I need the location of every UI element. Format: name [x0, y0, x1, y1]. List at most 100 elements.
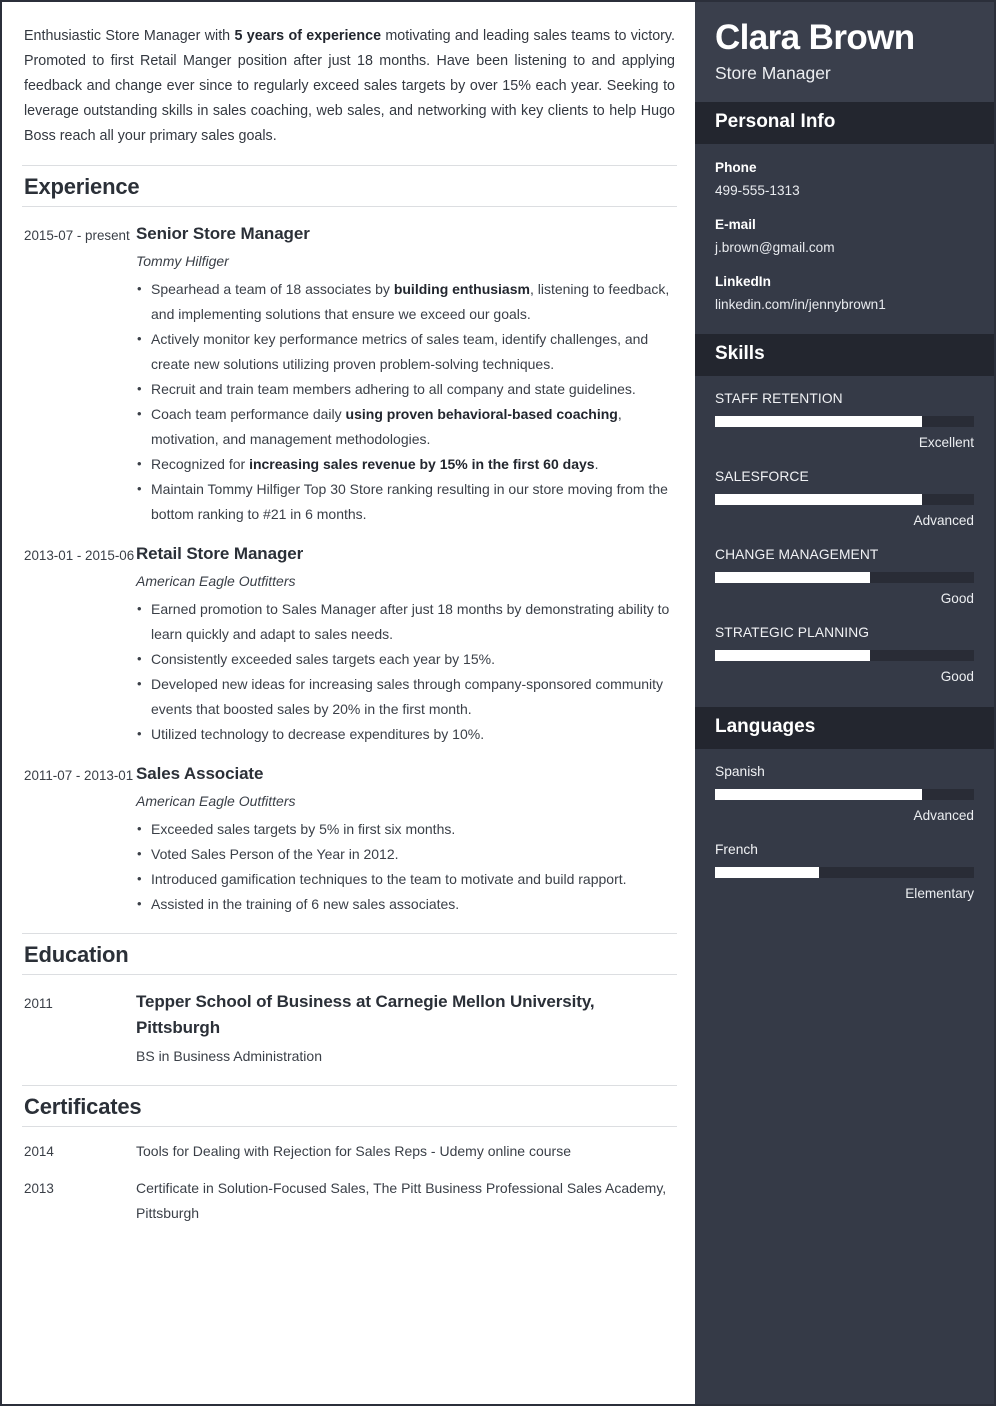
experience-entry: 2015-07 - present Senior Store Manager Tom… — [22, 221, 677, 527]
language-item-label: French — [715, 841, 758, 857]
skill-item-level: Advanced — [913, 512, 974, 528]
job-bullet: Actively monitor key performance metrics… — [136, 326, 677, 377]
job-bullet-list: Spearhead a team of 18 associates by bui… — [136, 276, 677, 527]
job-title: Sales Associate — [136, 764, 264, 784]
job-bullet: Voted Sales Person of the Year in 2012. — [136, 841, 677, 867]
skills-header: Skills — [695, 333, 994, 376]
section-title: Certificates — [24, 1094, 142, 1120]
language-list: Spanish Advanced French Elementary — [715, 762, 974, 904]
language-item: Spanish Advanced — [715, 762, 974, 826]
skill-item-bar-track — [715, 415, 974, 427]
contact-value[interactable]: 499-555-1313 — [715, 180, 974, 202]
certificate-entry: 2013 Certificate in Solution-Focused Sale… — [22, 1176, 677, 1226]
skill-item-bar-track — [715, 571, 974, 583]
candidate-name: Clara Brown — [715, 18, 915, 57]
skill-item-bar-fill — [715, 649, 871, 661]
experience-entry: 2013-01 - 2015-06 Retail Store Manager Ame… — [22, 541, 677, 747]
personal-info-title: Personal Info — [715, 111, 836, 133]
entry-date: 2015-07 - present — [24, 228, 130, 244]
skill-item-level: Good — [940, 590, 974, 606]
experience-section-header: Experience — [22, 165, 677, 208]
school-name: Tepper School of Business at Carnegie Me… — [136, 992, 595, 1038]
languages-header: Languages — [695, 706, 994, 749]
contact-item: E-mail j.brown@gmail.com — [715, 214, 974, 259]
sidebar: Clara Brown Store Manager Personal Info … — [695, 2, 994, 1404]
job-bullet: Exceeded sales targets by 5% in first si… — [136, 816, 677, 842]
entry-date: 2011 — [24, 996, 53, 1012]
personal-info-header: Personal Info — [695, 102, 994, 144]
job-bullet: Utilized technology to decrease expendit… — [136, 721, 677, 747]
language-item-label: Spanish — [715, 763, 765, 779]
education-section: Education 2011 Tepper School of Business … — [22, 933, 677, 1069]
certificates-list: 2014 Tools for Dealing with Rejection for… — [22, 1139, 677, 1226]
sidebar-header: Clara Brown Store Manager — [695, 2, 994, 103]
job-bullet: Spearhead a team of 18 associates by bui… — [136, 276, 677, 327]
job-bullet: Developed new ideas for increasing sales… — [136, 671, 677, 722]
language-item: French Elementary — [715, 840, 974, 904]
skill-item-level: Good — [940, 668, 974, 684]
education-entry-list: 2011 Tepper School of Business at Carnegi… — [22, 989, 677, 1069]
job-bullet: Assisted in the training of 6 new sales … — [136, 891, 677, 917]
job-bullet: Coach team performance daily using prove… — [136, 401, 677, 452]
entry-date: 2011-07 - 2013-01 — [24, 768, 134, 784]
entry-body: Tepper School of Business at Carnegie Me… — [136, 989, 677, 1069]
skill-item-label: STRATEGIC PLANNING — [715, 624, 870, 640]
skills-block: STAFF RETENTION Excellent SALESFORCE Advanc… — [695, 376, 994, 707]
job-title: Senior Store Manager — [136, 224, 310, 244]
certificate-entry: 2014 Tools for Dealing with Rejection for… — [22, 1139, 677, 1164]
language-item-level: Elementary — [905, 885, 974, 901]
languages-block: Spanish Advanced French Elementary — [695, 749, 994, 924]
candidate-role: Store Manager — [715, 63, 831, 84]
company-name: Tommy Hilfiger — [136, 253, 229, 270]
certificate-text: Tools for Dealing with Rejection for Sal… — [136, 1143, 571, 1160]
entry-body: Senior Store Manager Tommy Hilfiger Spearh… — [136, 221, 677, 527]
certificate-date: 2013 — [24, 1181, 54, 1197]
languages-title: Languages — [715, 715, 816, 737]
skill-item: CHANGE MANAGEMENT Good — [715, 545, 974, 609]
contact-value[interactable]: linkedin.com/in/jennybrown1 — [715, 294, 974, 316]
contact-value[interactable]: j.brown@gmail.com — [715, 237, 974, 259]
skill-item-bar-fill — [715, 493, 923, 505]
experience-entry-list: 2015-07 - present Senior Store Manager Tom… — [22, 221, 677, 917]
education-section-header: Education — [22, 933, 677, 976]
skill-item-bar-track — [715, 493, 974, 505]
job-bullet: Recruit and train team members adhering … — [136, 376, 677, 402]
skill-item-bar-track — [715, 649, 974, 661]
section-title: Education — [24, 942, 129, 968]
entry-body: Retail Store Manager American Eagle Outfi… — [136, 541, 677, 747]
skill-item-label: CHANGE MANAGEMENT — [715, 546, 879, 562]
language-item-bar-fill — [715, 866, 819, 878]
contact-list: Phone 499-555-1313 E-mail j.brown@gmail.com… — [715, 157, 974, 316]
skill-item: SALESFORCE Advanced — [715, 467, 974, 531]
skill-item-label: SALESFORCE — [715, 468, 809, 484]
language-item-level: Advanced — [913, 807, 974, 823]
certificate-date: 2014 — [24, 1144, 54, 1160]
job-title: Retail Store Manager — [136, 544, 304, 564]
skill-list: STAFF RETENTION Excellent SALESFORCE Advanc… — [715, 389, 974, 687]
language-item-bar-fill — [715, 788, 923, 800]
section-title: Experience — [24, 174, 140, 199]
contact-item: LinkedIn linkedin.com/in/jennybrown1 — [715, 271, 974, 316]
main-column: Enthusiastic Store Manager with 5 years … — [2, 2, 695, 1404]
contact-label: E-mail — [715, 216, 756, 232]
contact-item: Phone 499-555-1313 — [715, 157, 974, 202]
personal-info-block: Phone 499-555-1313 E-mail j.brown@gmail.com… — [695, 144, 994, 334]
certificate-text: Certificate in Solution-Focused Sales, T… — [136, 1180, 667, 1222]
contact-label: Phone — [715, 159, 757, 175]
skill-item: STRATEGIC PLANNING Good — [715, 623, 974, 687]
certificates-section: Certificates 2014 Tools for Dealing with … — [22, 1085, 677, 1226]
job-bullet: Recognized for increasing sales revenue … — [136, 451, 677, 477]
skill-item-label: STAFF RETENTION — [715, 390, 843, 406]
entry-body: Sales Associate American Eagle Outfitters… — [136, 761, 677, 917]
skill-item-bar-fill — [715, 415, 923, 427]
job-bullet-list: Earned promotion to Sales Manager after … — [136, 596, 677, 747]
language-item-bar-track — [715, 866, 974, 878]
job-bullet-list: Exceeded sales targets by 5% in first si… — [136, 816, 677, 917]
certificates-section-header: Certificates — [22, 1085, 677, 1128]
company-name: American Eagle Outfitters — [136, 793, 296, 810]
skill-item-bar-fill — [715, 571, 871, 583]
contact-label: LinkedIn — [715, 273, 771, 289]
job-bullet: Introduced gamification techniques to th… — [136, 866, 677, 892]
experience-section: Experience 2015-07 - present Senior Store… — [22, 165, 677, 917]
skills-title: Skills — [715, 342, 765, 364]
